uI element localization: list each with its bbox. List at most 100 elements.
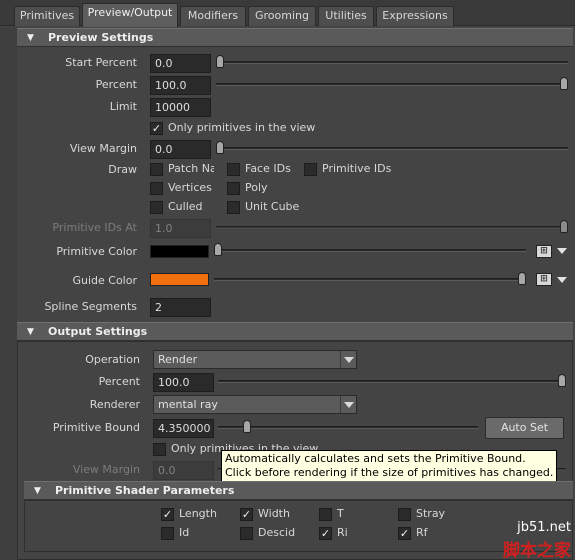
renderer-label: Renderer	[89, 398, 140, 411]
slider-handle[interactable]	[558, 374, 566, 387]
primitive-ids-at-label: Primitive IDs At	[52, 221, 137, 234]
ri-checkbox[interactable]: ✓	[319, 527, 332, 540]
tab-expressions[interactable]: Expressions	[376, 6, 454, 26]
operation-label: Operation	[85, 353, 140, 366]
guide-color-slider[interactable]	[214, 278, 526, 281]
vertices-label: Vertices	[168, 181, 212, 194]
primitive-ids-checkbox[interactable]	[304, 163, 317, 176]
renderer-dropdown[interactable]: mental ray	[153, 395, 357, 414]
rf-label: Rf	[416, 526, 428, 539]
chevron-down-icon[interactable]	[557, 277, 567, 283]
auto-set-button[interactable]: Auto Set	[485, 417, 564, 439]
percent-label: Percent	[95, 78, 137, 91]
start-percent-label: Start Percent	[65, 56, 137, 69]
tab-bar: Primitives Preview/Output Modifiers Groo…	[0, 0, 575, 27]
tab-grooming[interactable]: Grooming	[248, 6, 316, 26]
culled-label: Culled	[168, 200, 203, 213]
face-ids-label: Face IDs	[245, 162, 291, 175]
view-margin-slider[interactable]	[216, 147, 568, 150]
draw-label: Draw	[108, 163, 137, 176]
vertices-checkbox[interactable]	[150, 182, 163, 195]
descid-checkbox[interactable]	[240, 527, 253, 540]
slider-handle	[560, 220, 568, 233]
auto-set-tooltip: Automatically calculates and sets the Pr…	[221, 450, 558, 482]
slider-handle[interactable]	[216, 55, 224, 68]
slider-handle[interactable]	[214, 243, 222, 256]
start-percent-slider[interactable]	[216, 61, 568, 64]
length-label: Length	[179, 507, 217, 520]
collapse-icon: ▼	[27, 327, 34, 337]
preview-settings-header[interactable]: ▼ Preview Settings	[17, 28, 573, 47]
culled-checkbox[interactable]	[150, 201, 163, 214]
output-percent-slider[interactable]	[218, 380, 566, 383]
primitive-ids-at-slider	[216, 226, 568, 229]
section-title: Preview Settings	[48, 31, 154, 44]
output-settings-header[interactable]: ▼ Output Settings	[17, 322, 573, 341]
slider-handle[interactable]	[560, 77, 568, 90]
chevron-down-icon[interactable]	[557, 248, 567, 254]
map-icon[interactable]: ⊞	[536, 245, 552, 258]
watermark-name: 脚本之家	[503, 541, 571, 560]
length-checkbox[interactable]: ✓	[161, 508, 174, 521]
limit-label: Limit	[109, 100, 137, 113]
tab-primitives[interactable]: Primitives	[14, 6, 80, 26]
tooltip-line: Automatically calculates and sets the Pr…	[225, 452, 526, 465]
descid-label: Descid	[258, 526, 296, 539]
limit-field[interactable]: 10000	[150, 98, 211, 117]
percent-slider[interactable]	[216, 83, 568, 86]
guide-color-label: Guide Color	[72, 274, 137, 287]
unit-cube-checkbox[interactable]	[227, 201, 240, 214]
tab-utilities[interactable]: Utilities	[318, 6, 374, 26]
primitive-color-swatch[interactable]	[150, 245, 209, 258]
section-title: Output Settings	[48, 325, 148, 338]
primitive-ids-at-field: 1.0	[150, 219, 211, 238]
renderer-value: mental ray	[158, 398, 218, 411]
only-in-view-label: Only primitives in the view	[168, 121, 316, 134]
slider-handle[interactable]	[518, 272, 526, 285]
rf-checkbox[interactable]: ✓	[398, 527, 411, 540]
t-checkbox[interactable]	[319, 508, 332, 521]
stray-checkbox[interactable]	[398, 508, 411, 521]
chevron-down-icon	[340, 351, 356, 368]
ri-label: Ri	[337, 526, 348, 539]
width-checkbox[interactable]: ✓	[240, 508, 253, 521]
tooltip-line: Click before rendering if the size of pr…	[225, 466, 554, 479]
collapse-icon: ▼	[27, 33, 34, 43]
guide-color-swatch[interactable]	[150, 273, 209, 286]
watermark-site: jb51.net	[517, 520, 571, 535]
primitive-bound-slider[interactable]	[218, 426, 478, 429]
width-label: Width	[258, 507, 290, 520]
shader-params-header[interactable]: ▼ Primitive Shader Parameters	[24, 481, 573, 500]
operation-value: Render	[158, 353, 198, 366]
output-percent-label: Percent	[98, 375, 140, 388]
id-label: Id	[179, 526, 190, 539]
shader-params-frame	[24, 500, 573, 552]
poly-label: Poly	[245, 181, 268, 194]
view-margin-field[interactable]: 0.0	[150, 140, 211, 159]
percent-field[interactable]: 100.0	[150, 76, 211, 95]
slider-handle[interactable]	[243, 420, 252, 433]
chevron-down-icon	[340, 396, 356, 413]
face-ids-checkbox[interactable]	[227, 163, 240, 176]
primitive-bound-field[interactable]: 4.350000	[153, 419, 214, 438]
operation-dropdown[interactable]: Render	[153, 350, 357, 369]
unit-cube-label: Unit Cube	[245, 200, 300, 213]
id-checkbox[interactable]	[161, 527, 174, 540]
slider-handle[interactable]	[216, 141, 224, 154]
patch-names-checkbox[interactable]	[150, 163, 163, 176]
output-view-margin-label: View Margin	[72, 463, 140, 476]
output-only-in-view-checkbox[interactable]	[153, 443, 166, 456]
tab-preview-output[interactable]: Preview/Output	[82, 3, 178, 27]
left-rail	[0, 27, 17, 560]
map-icon[interactable]: ⊞	[536, 273, 552, 286]
poly-checkbox[interactable]	[227, 182, 240, 195]
spline-segments-field[interactable]: 2	[150, 298, 211, 317]
output-percent-field[interactable]: 100.0	[153, 373, 214, 392]
start-percent-field[interactable]: 0.0	[150, 54, 211, 73]
primitive-ids-label: Primitive IDs	[322, 162, 392, 175]
tab-modifiers[interactable]: Modifiers	[180, 6, 246, 26]
collapse-icon: ▼	[34, 486, 41, 496]
only-in-view-checkbox[interactable]: ✓	[150, 122, 163, 135]
view-margin-label: View Margin	[69, 142, 137, 155]
primitive-color-slider[interactable]	[214, 249, 526, 252]
